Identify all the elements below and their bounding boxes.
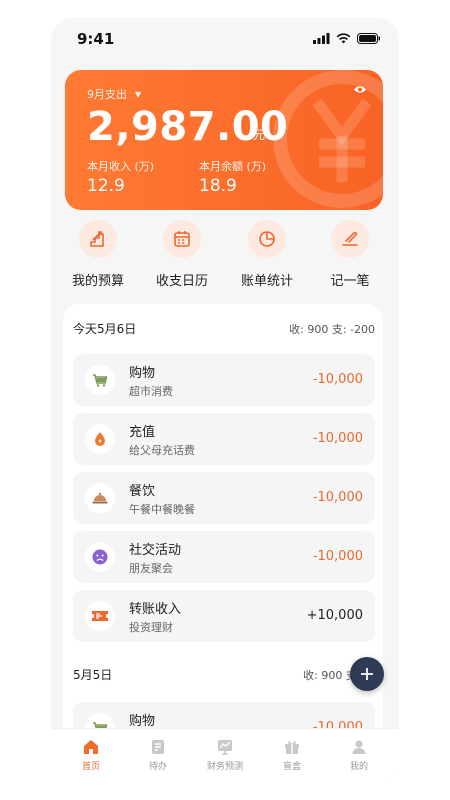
action-statistics[interactable]: 账单统计 [231,220,303,289]
plus-icon [361,668,373,680]
transaction-list: 今天5月6日 收: 900 支: -200 购物 超市消费 -10,000 充值… [63,304,383,764]
tab-label: 待办 [148,762,167,772]
cart-icon [85,365,115,395]
signal-icon [313,33,330,44]
transaction-row[interactable]: 转账收入 投资理财 +10,000 [73,590,375,642]
transaction-subtitle: 给父母充话费 [129,444,195,457]
transaction-subtitle: 朋友聚会 [129,562,173,575]
tab-label: 盲盒 [282,762,301,772]
currency-unit: 元 [253,128,266,142]
transaction-amount: -10,000 [312,490,363,505]
budget-icon [79,220,117,258]
status-icons [313,33,381,44]
quick-actions: 我的预算 收支日历 账单统计 记一笔 [51,220,399,296]
day-summary: 收: 900 支: -200 [289,323,375,336]
income-value: 12.9 [87,176,125,196]
phone-screen: 9:41 9月支出 ▼ 2,987.00 元 本月收入 (万) 12.9 本月余… [51,18,399,782]
transaction-amount: -10,000 [312,431,363,446]
action-label: 账单统计 [240,274,293,289]
monthly-summary-card: 9月支出 ▼ 2,987.00 元 本月收入 (万) 12.9 本月余额 (万) … [65,70,383,210]
day-date: 5月5日 [73,668,113,682]
transaction-title: 充值 [129,425,156,440]
gift-box-icon [285,741,299,754]
ticket-icon [85,601,115,631]
tab-blind-box[interactable]: 盲盒 [262,737,322,772]
transaction-title: 餐饮 [129,484,156,499]
action-label: 我的预算 [71,274,124,289]
tab-label: 我的 [349,762,368,772]
home-icon [84,740,98,754]
tab-label: 首页 [81,762,100,772]
income-label: 本月收入 (万) [87,160,155,173]
transaction-row[interactable]: 餐饮 午餐中餐晚餐 -10,000 [73,472,375,524]
action-calendar[interactable]: 收支日历 [146,220,218,289]
action-label: 收支日历 [155,274,208,289]
cloche-icon [85,483,115,513]
month-selector[interactable]: 9月支出 ▼ [87,86,141,102]
bottom-tab-bar: 首页 待办 财务预测 盲盒 我的 [51,728,399,782]
forecast-icon [218,740,232,755]
balance-label: 本月余额 (万) [199,160,267,173]
tab-todo[interactable]: 待办 [128,737,188,772]
tab-home[interactable]: 首页 [61,737,121,772]
transaction-title: 购物 [129,714,156,729]
day-header: 今天5月6日 收: 900 支: -200 [63,320,383,340]
transaction-row[interactable]: 充值 给父母充话费 -10,000 [73,413,375,465]
calendar-icon [163,220,201,258]
action-add-record[interactable]: 记一笔 [314,220,386,289]
day-header: 5月5日 收: 900 支: -2 [63,666,383,686]
tab-label: 财务预测 [206,762,243,772]
pie-chart-icon [248,220,286,258]
battery-icon [357,33,380,44]
transaction-row[interactable]: 社交活动 朋友聚会 -10,000 [73,531,375,583]
balance-value: 18.9 [199,176,237,196]
transaction-subtitle: 投资理财 [129,621,173,634]
month-label: 9月支出 [87,88,127,101]
tab-mine[interactable]: 我的 [329,737,389,772]
transaction-title: 购物 [129,366,156,381]
transaction-title: 社交活动 [129,543,182,558]
status-time: 9:41 [77,30,115,48]
transaction-subtitle: 超市消费 [129,385,173,398]
transaction-title: 转账收入 [129,602,182,617]
status-bar: 9:41 [51,18,399,62]
drop-icon [85,424,115,454]
action-budget[interactable]: 我的预算 [62,220,134,289]
transaction-amount: -10,000 [312,549,363,564]
action-label: 记一笔 [330,274,370,289]
transaction-amount: -10,000 [312,372,363,387]
face-icon [85,542,115,572]
eye-icon[interactable] [353,84,367,95]
transaction-row[interactable]: 购物 超市消费 -10,000 [73,354,375,406]
todo-icon [152,740,164,754]
wifi-icon [336,33,351,44]
tab-forecast[interactable]: 财务预测 [195,737,255,772]
add-transaction-button[interactable] [350,657,384,691]
transaction-subtitle: 午餐中餐晚餐 [129,503,195,516]
day-date: 今天5月6日 [73,322,137,336]
pen-icon [331,220,369,258]
transaction-amount: +10,000 [306,608,363,623]
user-icon [352,740,366,754]
caret-down-icon: ▼ [135,90,142,99]
